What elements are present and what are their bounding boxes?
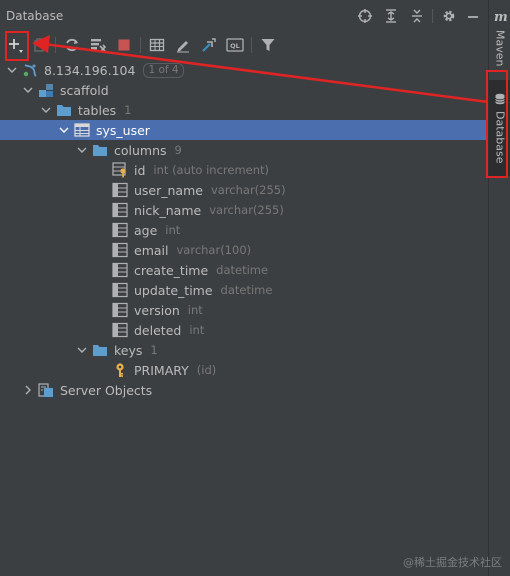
annotation-arrow <box>32 35 489 104</box>
watermark: @稀土掘金技术社区 <box>403 556 502 569</box>
